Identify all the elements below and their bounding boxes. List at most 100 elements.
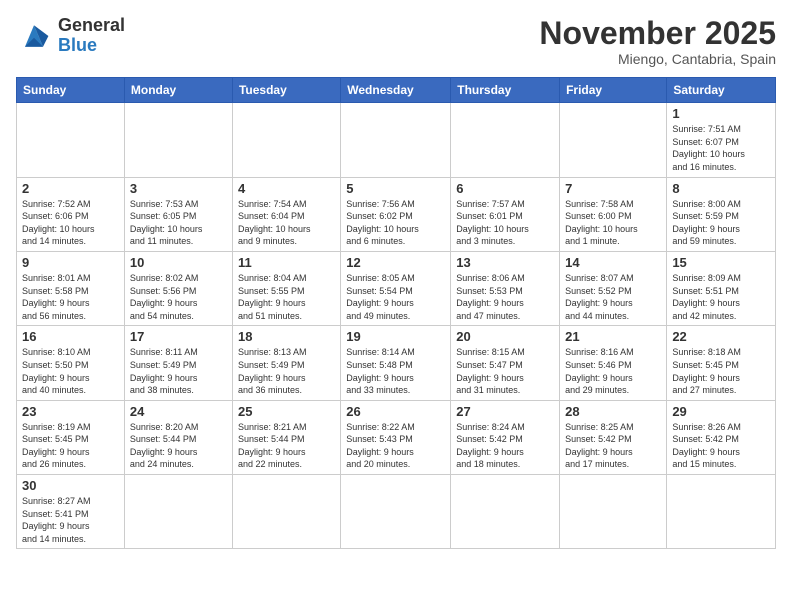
day-cell: 28 Sunrise: 8:25 AM Sunset: 5:42 PM Dayli… (560, 400, 667, 474)
day-number: 3 (130, 181, 227, 196)
day-cell: 12 Sunrise: 8:05 AM Sunset: 5:54 PM Dayli… (341, 251, 451, 325)
day-info: Sunrise: 7:52 AM Sunset: 6:06 PM Dayligh… (22, 198, 119, 248)
day-cell: 4Sunrise: 7:54 AM Sunset: 6:04 PM Daylig… (232, 177, 340, 251)
day-number: 28 (565, 404, 661, 419)
day-cell: 25Sunrise: 8:21 AM Sunset: 5:44 PM Dayli… (232, 400, 340, 474)
logo-icon (16, 18, 52, 54)
weekday-header-friday: Friday (560, 78, 667, 103)
day-cell: 2 Sunrise: 7:52 AM Sunset: 6:06 PM Daylig… (17, 177, 125, 251)
day-info: Sunrise: 7:58 AM Sunset: 6:00 PM Dayligh… (565, 198, 661, 248)
day-number: 30 (22, 478, 119, 493)
day-info: Sunrise: 8:15 AM Sunset: 5:47 PM Dayligh… (456, 346, 554, 396)
day-cell (451, 475, 560, 549)
day-info: Sunrise: 8:27 AM Sunset: 5:41 PM Dayligh… (22, 495, 119, 545)
day-info: Sunrise: 8:16 AM Sunset: 5:46 PM Dayligh… (565, 346, 661, 396)
day-number: 8 (672, 181, 770, 196)
day-cell (560, 475, 667, 549)
day-info: Sunrise: 8:07 AM Sunset: 5:52 PM Dayligh… (565, 272, 661, 322)
day-number: 26 (346, 404, 445, 419)
day-number: 12 (346, 255, 445, 270)
day-cell: 24Sunrise: 8:20 AM Sunset: 5:44 PM Dayli… (124, 400, 232, 474)
day-info: Sunrise: 8:25 AM Sunset: 5:42 PM Dayligh… (565, 421, 661, 471)
logo-text: General Blue (58, 16, 125, 56)
weekday-header-row: SundayMondayTuesdayWednesdayThursdayFrid… (17, 78, 776, 103)
day-number: 17 (130, 329, 227, 344)
day-info: Sunrise: 7:56 AM Sunset: 6:02 PM Dayligh… (346, 198, 445, 248)
day-cell: 22 Sunrise: 8:18 AM Sunset: 5:45 PM Dayli… (667, 326, 776, 400)
week-row-3: 9 Sunrise: 8:01 AM Sunset: 5:58 PM Daylig… (17, 251, 776, 325)
day-cell: 8 Sunrise: 8:00 AM Sunset: 5:59 PM Daylig… (667, 177, 776, 251)
day-cell: 11Sunrise: 8:04 AM Sunset: 5:55 PM Dayli… (232, 251, 340, 325)
week-row-4: 16 Sunrise: 8:10 AM Sunset: 5:50 PM Dayli… (17, 326, 776, 400)
day-number: 16 (22, 329, 119, 344)
day-cell: 3 Sunrise: 7:53 AM Sunset: 6:05 PM Daylig… (124, 177, 232, 251)
day-info: Sunrise: 8:01 AM Sunset: 5:58 PM Dayligh… (22, 272, 119, 322)
day-cell: 30 Sunrise: 8:27 AM Sunset: 5:41 PM Dayli… (17, 475, 125, 549)
day-info: Sunrise: 8:11 AM Sunset: 5:49 PM Dayligh… (130, 346, 227, 396)
day-info: Sunrise: 8:19 AM Sunset: 5:45 PM Dayligh… (22, 421, 119, 471)
day-info: Sunrise: 7:54 AM Sunset: 6:04 PM Dayligh… (238, 198, 335, 248)
day-info: Sunrise: 8:05 AM Sunset: 5:54 PM Dayligh… (346, 272, 445, 322)
week-row-1: 1Sunrise: 7:51 AM Sunset: 6:07 PM Daylig… (17, 103, 776, 177)
month-title: November 2025 (539, 16, 776, 51)
weekday-header-sunday: Sunday (17, 78, 125, 103)
day-cell (560, 103, 667, 177)
day-cell: 7Sunrise: 7:58 AM Sunset: 6:00 PM Daylig… (560, 177, 667, 251)
weekday-header-thursday: Thursday (451, 78, 560, 103)
day-cell (341, 103, 451, 177)
day-number: 27 (456, 404, 554, 419)
day-cell: 13 Sunrise: 8:06 AM Sunset: 5:53 PM Dayli… (451, 251, 560, 325)
day-number: 5 (346, 181, 445, 196)
day-cell: 1Sunrise: 7:51 AM Sunset: 6:07 PM Daylig… (667, 103, 776, 177)
day-number: 9 (22, 255, 119, 270)
day-info: Sunrise: 8:06 AM Sunset: 5:53 PM Dayligh… (456, 272, 554, 322)
day-cell: 29Sunrise: 8:26 AM Sunset: 5:42 PM Dayli… (667, 400, 776, 474)
location: Miengo, Cantabria, Spain (539, 51, 776, 67)
title-block: November 2025 Miengo, Cantabria, Spain (539, 16, 776, 67)
logo-blue: Blue (58, 35, 97, 55)
page: General Blue November 2025 Miengo, Canta… (0, 0, 792, 612)
day-cell (667, 475, 776, 549)
day-cell: 15Sunrise: 8:09 AM Sunset: 5:51 PM Dayli… (667, 251, 776, 325)
week-row-2: 2 Sunrise: 7:52 AM Sunset: 6:06 PM Daylig… (17, 177, 776, 251)
day-number: 20 (456, 329, 554, 344)
day-cell (232, 475, 340, 549)
day-number: 13 (456, 255, 554, 270)
day-number: 14 (565, 255, 661, 270)
day-cell (124, 475, 232, 549)
day-cell: 19Sunrise: 8:14 AM Sunset: 5:48 PM Dayli… (341, 326, 451, 400)
day-info: Sunrise: 8:04 AM Sunset: 5:55 PM Dayligh… (238, 272, 335, 322)
day-number: 21 (565, 329, 661, 344)
day-info: Sunrise: 8:13 AM Sunset: 5:49 PM Dayligh… (238, 346, 335, 396)
day-info: Sunrise: 8:02 AM Sunset: 5:56 PM Dayligh… (130, 272, 227, 322)
weekday-header-monday: Monday (124, 78, 232, 103)
day-number: 22 (672, 329, 770, 344)
day-info: Sunrise: 7:53 AM Sunset: 6:05 PM Dayligh… (130, 198, 227, 248)
day-info: Sunrise: 8:00 AM Sunset: 5:59 PM Dayligh… (672, 198, 770, 248)
day-cell: 10Sunrise: 8:02 AM Sunset: 5:56 PM Dayli… (124, 251, 232, 325)
day-cell: 6Sunrise: 7:57 AM Sunset: 6:01 PM Daylig… (451, 177, 560, 251)
day-info: Sunrise: 8:24 AM Sunset: 5:42 PM Dayligh… (456, 421, 554, 471)
day-number: 25 (238, 404, 335, 419)
day-number: 6 (456, 181, 554, 196)
day-cell: 26 Sunrise: 8:22 AM Sunset: 5:43 PM Dayli… (341, 400, 451, 474)
day-cell (124, 103, 232, 177)
weekday-header-wednesday: Wednesday (341, 78, 451, 103)
day-cell (232, 103, 340, 177)
day-number: 15 (672, 255, 770, 270)
day-info: Sunrise: 8:18 AM Sunset: 5:45 PM Dayligh… (672, 346, 770, 396)
header: General Blue November 2025 Miengo, Canta… (16, 16, 776, 67)
day-cell (341, 475, 451, 549)
day-info: Sunrise: 8:10 AM Sunset: 5:50 PM Dayligh… (22, 346, 119, 396)
day-cell (451, 103, 560, 177)
day-number: 2 (22, 181, 119, 196)
day-info: Sunrise: 8:14 AM Sunset: 5:48 PM Dayligh… (346, 346, 445, 396)
logo-general: General (58, 15, 125, 35)
day-cell: 27 Sunrise: 8:24 AM Sunset: 5:42 PM Dayli… (451, 400, 560, 474)
day-info: Sunrise: 8:20 AM Sunset: 5:44 PM Dayligh… (130, 421, 227, 471)
day-number: 29 (672, 404, 770, 419)
day-info: Sunrise: 8:22 AM Sunset: 5:43 PM Dayligh… (346, 421, 445, 471)
logo: General Blue (16, 16, 125, 56)
day-number: 1 (672, 106, 770, 121)
day-cell: 16 Sunrise: 8:10 AM Sunset: 5:50 PM Dayli… (17, 326, 125, 400)
